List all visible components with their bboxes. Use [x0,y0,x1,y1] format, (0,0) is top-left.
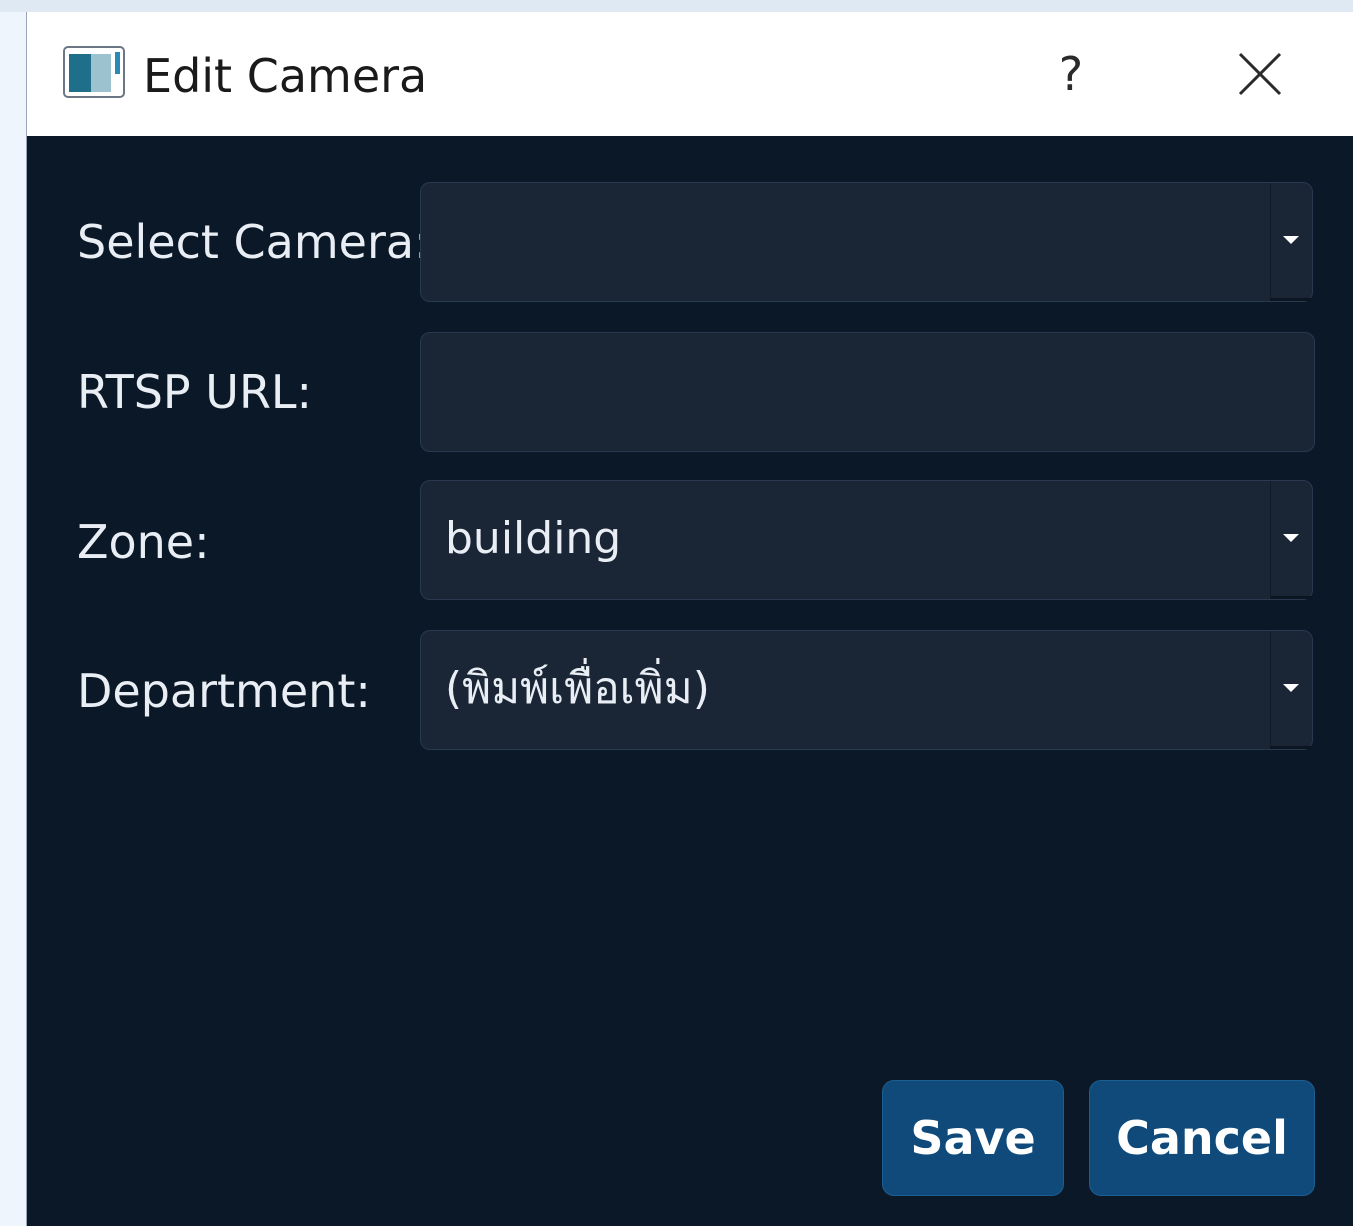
close-icon[interactable] [1232,46,1288,102]
zone-label: Zone: [77,515,210,569]
chevron-down-icon [1283,534,1299,542]
window-title: Edit Camera [143,49,428,103]
rtsp-url-input[interactable] [420,332,1315,452]
department-dropdown-button[interactable] [1270,631,1312,749]
department-label: Department: [77,664,371,718]
cancel-button[interactable]: Cancel [1089,1080,1315,1196]
rtsp-url-label: RTSP URL: [77,365,313,419]
chevron-down-icon [1283,236,1299,244]
zone-dropdown-button[interactable] [1270,481,1312,599]
zone-value: building [445,513,622,564]
select-camera-dropdown-button[interactable] [1270,183,1312,301]
help-button[interactable]: ? [1045,38,1097,110]
desktop-background [0,0,1353,12]
department-value: (พิมพ์เพื่อเพิ่ม) [445,663,710,714]
zone-dropdown[interactable]: building [420,480,1313,600]
select-camera-dropdown[interactable] [420,182,1313,302]
title-bar: Edit Camera ? [27,12,1353,136]
department-combobox[interactable]: (พิมพ์เพื่อเพิ่ม) [420,630,1313,750]
chevron-down-icon [1283,684,1299,692]
select-camera-label: Select Camera: [77,215,430,269]
app-window-icon [63,46,125,98]
save-button[interactable]: Save [882,1080,1064,1196]
edit-camera-dialog: Edit Camera ? Select Camera: RTSP URL: Z… [26,12,1353,1226]
